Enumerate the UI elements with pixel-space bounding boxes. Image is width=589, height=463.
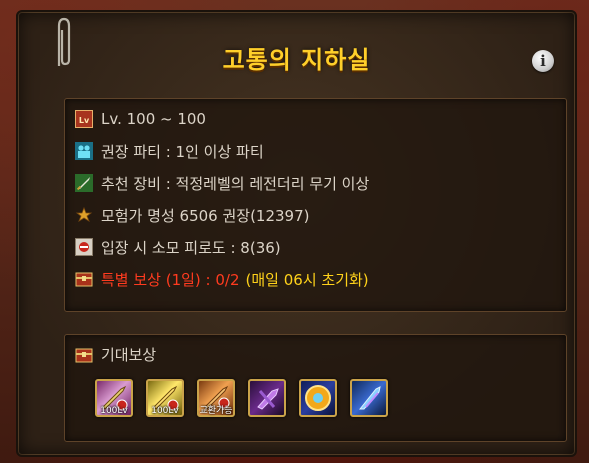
expected-rewards-label-row: 기대보상 — [75, 344, 156, 365]
expected-rewards-label: 기대보상 — [101, 346, 157, 364]
reward-item-caption: 100Lv — [151, 406, 179, 416]
level-text: Lv. 100 ~ 100 — [101, 110, 206, 128]
reputation-row: 모험가 명성 6506 권장(12397) — [75, 205, 310, 225]
treasure-chest-icon — [75, 270, 93, 288]
svg-text:Lv: Lv — [79, 116, 90, 125]
purple-crystal-icon — [257, 388, 279, 410]
dungeon-info-panel: 고통의 지하실 i Lv Lv. 100 ~ 100 권장 파티 : 1인 이상… — [16, 10, 577, 457]
reputation-icon — [75, 206, 93, 224]
reward-item[interactable] — [299, 379, 337, 417]
reward-item-caption: 100Lv — [100, 406, 128, 416]
reward-item[interactable] — [248, 379, 286, 417]
special-reward-row: 특별 보상 (1일) : 0/2 (매일 06시 초기화) — [75, 269, 369, 289]
equipment-text: 추천 장비 : 적정레벨의 레전더리 무기 이상 — [101, 174, 370, 193]
reward-item[interactable] — [350, 379, 388, 417]
fatigue-icon — [75, 238, 93, 256]
special-reward-text: 특별 보상 (1일) : 0/2 — [101, 270, 240, 289]
reward-item[interactable]: 100Lv — [146, 379, 184, 417]
dungeon-requirements: Lv Lv. 100 ~ 100 권장 파티 : 1인 이상 파티 추천 장비 … — [64, 98, 567, 312]
party-text: 권장 파티 : 1인 이상 파티 — [101, 142, 264, 161]
reset-note-text: (매일 06시 초기화) — [245, 270, 369, 289]
reward-item[interactable]: 100Lv — [95, 379, 133, 417]
reputation-text: 모험가 명성 6506 권장(12397) — [101, 206, 310, 225]
fatigue-row: 입장 시 소모 피로도 : 8(36) — [75, 237, 281, 257]
gold-orb-icon — [305, 385, 331, 411]
level-badge-icon: Lv — [75, 110, 93, 128]
dungeon-title: 고통의 지하실 — [222, 46, 371, 74]
level-row: Lv Lv. 100 ~ 100 — [75, 109, 206, 129]
fatigue-text: 입장 시 소모 피로도 : 8(36) — [101, 238, 281, 257]
reward-item-caption: 교환가능 — [199, 406, 233, 416]
info-icon[interactable]: i — [532, 50, 554, 72]
party-icon — [75, 142, 93, 160]
equipment-row: 추천 장비 : 적정레벨의 레전더리 무기 이상 — [75, 173, 369, 193]
treasure-chest-icon — [75, 346, 93, 364]
expected-rewards: 기대보상 100Lv 100Lv 교환가능 — [64, 334, 567, 442]
party-row: 권장 파티 : 1인 이상 파티 — [75, 141, 264, 161]
blue-shard-icon — [358, 386, 381, 410]
reward-item-list: 100Lv 100Lv 교환가능 — [95, 379, 388, 417]
reward-item[interactable]: 교환가능 — [197, 379, 235, 417]
sword-icon — [75, 174, 93, 192]
